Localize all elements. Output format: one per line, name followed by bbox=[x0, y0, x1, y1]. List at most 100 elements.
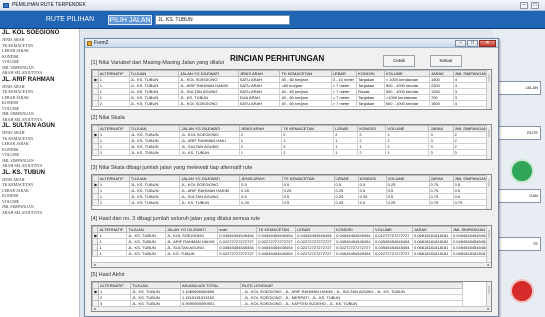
table-cell: 1500 bbox=[428, 100, 454, 107]
right-panel: JALAN RUTE GAN TE bbox=[493, 29, 545, 317]
scroll-thumb[interactable] bbox=[488, 129, 490, 137]
table-cell: JL. KS. TUBUN bbox=[126, 250, 166, 257]
form-icon bbox=[87, 41, 92, 46]
table-row[interactable]: 1 JL. KS. TUBUN JL. KS. TUBUN 0.02272727272… bbox=[92, 250, 491, 257]
data-grid[interactable]: ALTERNATIF TUJUAN JALAN YG DILEWATI JENIS A… bbox=[91, 174, 492, 210]
table-cell: 0.04545454545454 bbox=[334, 232, 375, 239]
table-row[interactable]: 1 JL. KS. TUBUN JL. KS. TUBUN 1 2 1 2 1 3 3 bbox=[92, 149, 491, 156]
data-grid[interactable]: ALTERNATIF TUJUAN JALAN YG DILEWATI JENIS A… bbox=[91, 69, 492, 110]
table-row[interactable]: 1 JL. KS. TUBUN JL. ARIF RAHMAN HAKIM 0.022… bbox=[92, 238, 491, 245]
column-header[interactable]: JML SIMPANGAN bbox=[452, 125, 491, 132]
table-cell: JL. KS. TUBUN bbox=[179, 149, 240, 156]
form-close-icon[interactable]: ✕ bbox=[479, 40, 496, 47]
table-cell: > 7 meter bbox=[330, 100, 358, 107]
vertical-scrollbar[interactable] bbox=[486, 175, 491, 209]
road-variable-label: ARAH SELANJUTNYA bbox=[2, 209, 43, 215]
table-cell: 1 bbox=[97, 250, 128, 257]
table-cell: 1 bbox=[97, 149, 130, 156]
table-cell: 1 bbox=[385, 149, 430, 156]
table-row[interactable]: 1 JL. KS. TUBUN JL. SULTAN AGUNG SATU ARAH 4… bbox=[92, 88, 491, 95]
rute-pilihan-label: RUTE PILIHAN bbox=[45, 16, 95, 23]
data-grid[interactable]: ALTERNATIF TUJUAN JALAN YG DILEWATI JENIS A… bbox=[91, 124, 492, 160]
scroll-thumb[interactable] bbox=[488, 286, 490, 294]
form2-title-bar: Form2 – □ ✕ bbox=[85, 39, 498, 48]
column-header[interactable]: JML SIMPANGAN bbox=[452, 175, 491, 182]
table-cell: JL. KS. TUBUN bbox=[128, 149, 181, 156]
table-cell: 0.04545454545454 bbox=[256, 244, 297, 251]
main-window-title: PEMILIHAN RUTE TERPENDEK bbox=[12, 2, 86, 8]
jalan-button[interactable]: JALAN bbox=[497, 81, 541, 95]
data-grid[interactable]: ALTERNATIF TUJUAN JALAN YG DILEWATI arah TK … bbox=[91, 225, 492, 268]
row-pointer-icon[interactable]: ▶ bbox=[92, 232, 99, 239]
scroll-thumb[interactable] bbox=[488, 74, 490, 82]
table-cell: 3 - 10 meter bbox=[330, 76, 358, 83]
table-cell: 0.02272727272727 bbox=[334, 244, 375, 251]
horizontal-scrollbar[interactable]: ◂ ▸ bbox=[92, 306, 491, 311]
table-cell: 3 bbox=[452, 149, 491, 156]
vertical-scrollbar[interactable] bbox=[486, 125, 491, 159]
grid-table: ALTERNATIF TUJUAN AKUMULASI TOTAL RUTE LENG… bbox=[92, 282, 463, 307]
table-cell: 0.04545454545454 bbox=[295, 232, 336, 239]
vertical-scrollbar[interactable] bbox=[486, 282, 491, 306]
column-header[interactable]: JML SIMPANGAN bbox=[452, 70, 491, 77]
table-cell: 0.06818181818181 bbox=[411, 232, 452, 239]
table-cell: 1 bbox=[97, 199, 130, 206]
table-cell: 0.02272727272727 bbox=[373, 250, 413, 257]
form-maximize-icon[interactable]: □ bbox=[467, 40, 478, 47]
scroll-right-icon[interactable]: ▸ bbox=[486, 307, 491, 311]
scroll-left-icon[interactable]: ◂ bbox=[92, 307, 97, 311]
table-row[interactable]: 1 JL. KS. TUBUN JL. KS. TUBUN DUA ARAH 40 - … bbox=[92, 94, 491, 101]
table-row[interactable]: 1 JL. KS. TUBUN JL. KS. TUBUN 0.25 0.5 0.25 0.… bbox=[92, 199, 491, 206]
table-cell: 4 bbox=[452, 100, 491, 107]
vertical-scrollbar[interactable] bbox=[486, 226, 491, 262]
table-cell: 0.5 bbox=[281, 199, 335, 206]
green-circle-icon[interactable] bbox=[510, 159, 534, 183]
app-icon bbox=[3, 3, 9, 8]
table-cell: 0.02272727272727 bbox=[295, 250, 336, 257]
data-grid[interactable]: ALTERNATIF TUJUAN AKUMULASI TOTAL RUTE LENG… bbox=[91, 281, 492, 312]
column-header[interactable]: JML SIMPANGAN bbox=[450, 226, 491, 233]
column-header[interactable]: ALTERNATIF bbox=[97, 226, 128, 233]
scroll-right-icon[interactable]: ▸ bbox=[486, 263, 491, 267]
maximize-icon[interactable]: □ bbox=[531, 2, 539, 9]
table-cell: 0.04545454545454 bbox=[450, 244, 491, 251]
vertical-scrollbar[interactable] bbox=[486, 70, 491, 109]
table-row[interactable]: ▶ 1 JL. KS. TUBUN JL. KOL SOEGIONO SATU ARAH… bbox=[92, 76, 491, 83]
cetak-button[interactable]: Cetak bbox=[383, 55, 415, 67]
table-cell: 0.25 bbox=[333, 199, 359, 206]
table-cell: 0.04545454545454 bbox=[334, 250, 375, 257]
table-row[interactable]: ▶ 1 JL. KS. TUBUN JL. KOL SOEGIONO 0.0454545… bbox=[92, 232, 491, 239]
table-cell: 1 bbox=[333, 149, 359, 156]
section-title: [1] Nilai Variabel dari Masing-Masing Ja… bbox=[91, 60, 224, 66]
horizontal-scrollbar[interactable]: ◂ ▸ bbox=[92, 262, 491, 267]
table-cell: 0.06818181818181 bbox=[411, 244, 452, 251]
jalan-select[interactable]: JL. KS. TUBUN bbox=[155, 15, 290, 25]
table-cell: JL. KS. TUBUN bbox=[179, 199, 241, 206]
minimize-icon[interactable]: – bbox=[520, 2, 528, 9]
table-cell: 0.02272727272727 bbox=[217, 250, 258, 257]
gan-button[interactable]: GAN bbox=[497, 189, 541, 203]
table-cell: 0.06818181818181 bbox=[411, 250, 452, 257]
pilih-jalan-label: PILIH JALAN bbox=[108, 15, 152, 25]
table-cell: 2 bbox=[281, 149, 335, 156]
scroll-thumb[interactable] bbox=[488, 230, 490, 238]
table-cell: 0.02272727272727 bbox=[295, 238, 336, 245]
scroll-thumb[interactable] bbox=[488, 179, 490, 187]
rute-button[interactable]: RUTE bbox=[497, 126, 541, 140]
table-row[interactable]: 1 JL. KS. TUBUN JL. SULTAN AGUNG 0.04545454… bbox=[92, 244, 491, 251]
red-circle-icon[interactable] bbox=[510, 279, 534, 303]
table-row[interactable]: 1 JL. KS. TUBUN JL. ARIF RAHMAN HAKIM SATU … bbox=[92, 82, 491, 89]
table-cell: 0.04545454545454 bbox=[373, 238, 413, 245]
te-button[interactable]: TE bbox=[497, 237, 541, 251]
main-header: RUTE PILIHAN PILIH JALAN JL. KS. TUBUN bbox=[0, 11, 545, 29]
table-cell: 40 - 60 km/jam bbox=[279, 100, 332, 107]
table-cell: JL. KS. TUBUN bbox=[128, 100, 180, 107]
table-row[interactable]: 2 JL. KS. TUBUN JL. KOL SOEGIONO SATU ARAH 4… bbox=[92, 100, 491, 107]
section-title: [2] Nilai Skala bbox=[91, 115, 125, 121]
form-minimize-icon[interactable]: – bbox=[455, 40, 466, 47]
table-cell: 0.5 bbox=[357, 199, 387, 206]
scroll-left-icon[interactable]: ◂ bbox=[92, 263, 97, 267]
table-cell: 0.04545454545454 bbox=[256, 232, 297, 239]
table-cell: JL. KOL SOEGIONO bbox=[178, 100, 239, 107]
keluar-button[interactable]: Keluar bbox=[430, 55, 462, 67]
